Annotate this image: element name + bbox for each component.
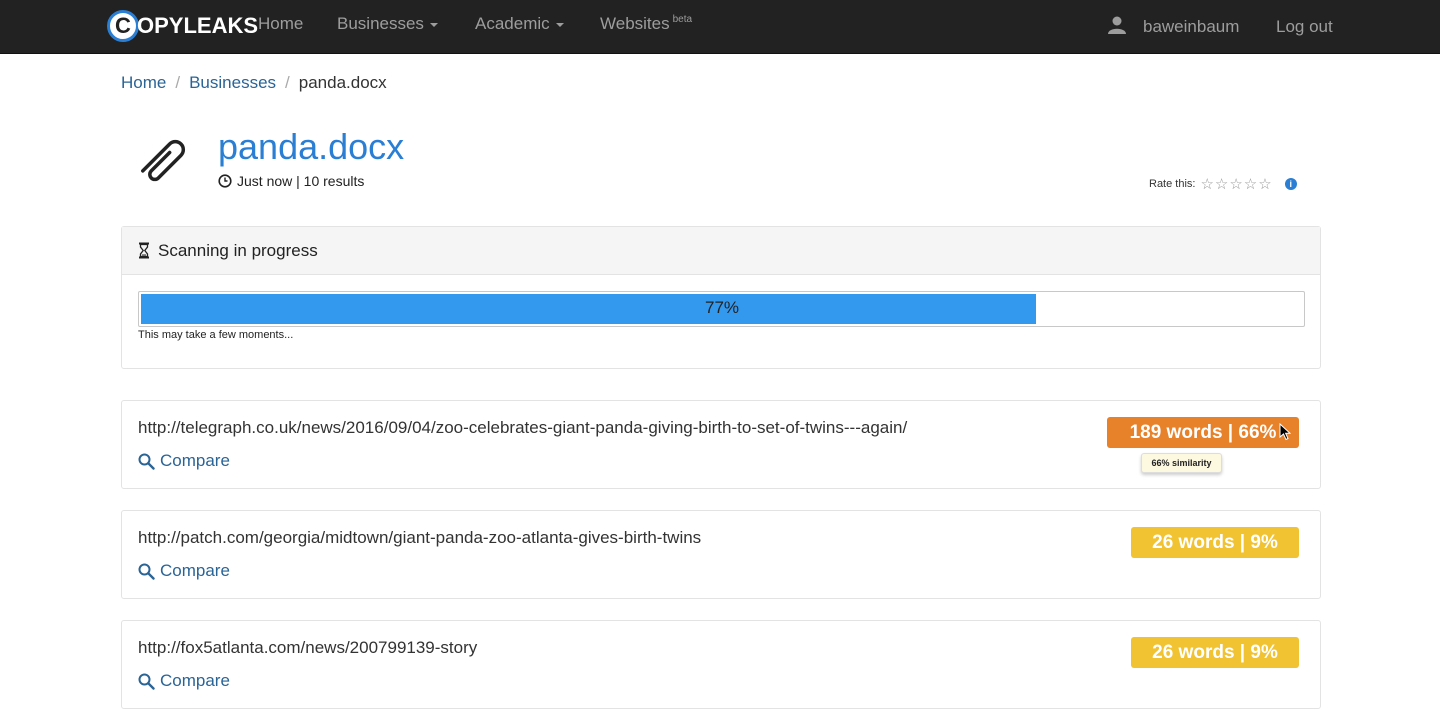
compare-button[interactable]: Compare <box>138 671 230 691</box>
info-icon[interactable]: i <box>1284 178 1297 190</box>
logout-label: Log out <box>1276 17 1333 36</box>
username-link[interactable]: baweinbaum <box>1143 17 1239 37</box>
breadcrumb-businesses[interactable]: Businesses <box>189 73 276 92</box>
rating-stars[interactable]: ☆☆☆☆☆ <box>1200 175 1272 193</box>
search-icon <box>138 563 155 580</box>
result-card: http://fox5atlanta.com/news/200799139-st… <box>121 620 1321 709</box>
rate-label: Rate this: <box>1149 178 1196 190</box>
nav-websites[interactable]: Websites beta <box>600 14 692 34</box>
result-url[interactable]: http://telegraph.co.uk/news/2016/09/04/z… <box>138 418 907 438</box>
nav-academic-dropdown[interactable]: Academic <box>475 14 564 34</box>
similarity-badge[interactable]: 26 words | 9% <box>1131 527 1299 558</box>
logo-text: OPYLEAKS <box>137 13 259 38</box>
scan-panel-header: Scanning in progress <box>122 227 1320 275</box>
scan-note: This may take a few moments... <box>138 329 294 341</box>
nav-websites-label: Websites <box>600 14 670 33</box>
progress-label: 77% <box>704 298 740 317</box>
search-icon <box>138 673 155 690</box>
breadcrumb-separator: / <box>175 73 181 92</box>
rate-widget: Rate this: ☆☆☆☆☆ i <box>1149 175 1297 193</box>
nav-academic-label: Academic <box>475 14 550 33</box>
nav-home[interactable]: Home <box>258 14 303 34</box>
document-meta: Just now | 10 results <box>218 173 364 189</box>
nav-businesses-label: Businesses <box>337 14 424 33</box>
breadcrumb: Home / Businesses / panda.docx <box>121 73 387 93</box>
hourglass-icon <box>139 242 149 259</box>
compare-label: Compare <box>160 671 230 690</box>
logout-link[interactable]: Log out <box>1276 17 1333 37</box>
compare-label: Compare <box>160 561 230 580</box>
similarity-badge[interactable]: 189 words | 66% <box>1107 417 1299 448</box>
user-icon <box>1108 16 1126 34</box>
caret-down-icon <box>555 22 564 27</box>
username-label: baweinbaum <box>1143 17 1240 36</box>
scan-title: Scanning in progress <box>158 240 318 260</box>
breadcrumb-current: panda.docx <box>298 73 387 92</box>
document-title: panda.docx <box>218 126 405 167</box>
scan-progress-bar: 77% <box>138 291 1305 327</box>
caret-down-icon <box>429 22 438 27</box>
scan-panel: Scanning in progress 77% This may take a… <box>121 226 1321 369</box>
mouse-cursor-icon <box>1279 423 1291 441</box>
result-card: http://telegraph.co.uk/news/2016/09/04/z… <box>121 400 1321 489</box>
compare-button[interactable]: Compare <box>138 451 230 471</box>
nav-businesses-dropdown[interactable]: Businesses <box>337 14 438 34</box>
nav-home-label: Home <box>258 14 304 33</box>
compare-label: Compare <box>160 451 230 470</box>
result-url[interactable]: http://patch.com/georgia/midtown/giant-p… <box>138 528 701 548</box>
similarity-badge[interactable]: 26 words | 9% <box>1131 637 1299 668</box>
clock-icon <box>218 174 232 188</box>
similarity-tooltip: 66% similarity <box>1141 453 1222 473</box>
breadcrumb-separator: / <box>285 73 290 92</box>
beta-badge: beta <box>672 14 693 26</box>
logo-c-mark: C <box>107 10 139 42</box>
search-icon <box>138 453 155 470</box>
document-meta-text: Just now | 10 results <box>237 173 365 189</box>
top-navbar: C OPYLEAKS Home Businesses Academic Webs… <box>0 0 1440 54</box>
paperclip-icon <box>141 139 186 182</box>
result-card: http://patch.com/georgia/midtown/giant-p… <box>121 510 1321 599</box>
result-url[interactable]: http://fox5atlanta.com/news/200799139-st… <box>138 638 477 658</box>
breadcrumb-home[interactable]: Home <box>121 73 166 92</box>
compare-button[interactable]: Compare <box>138 561 230 581</box>
copyleaks-logo[interactable]: C OPYLEAKS <box>107 9 258 43</box>
